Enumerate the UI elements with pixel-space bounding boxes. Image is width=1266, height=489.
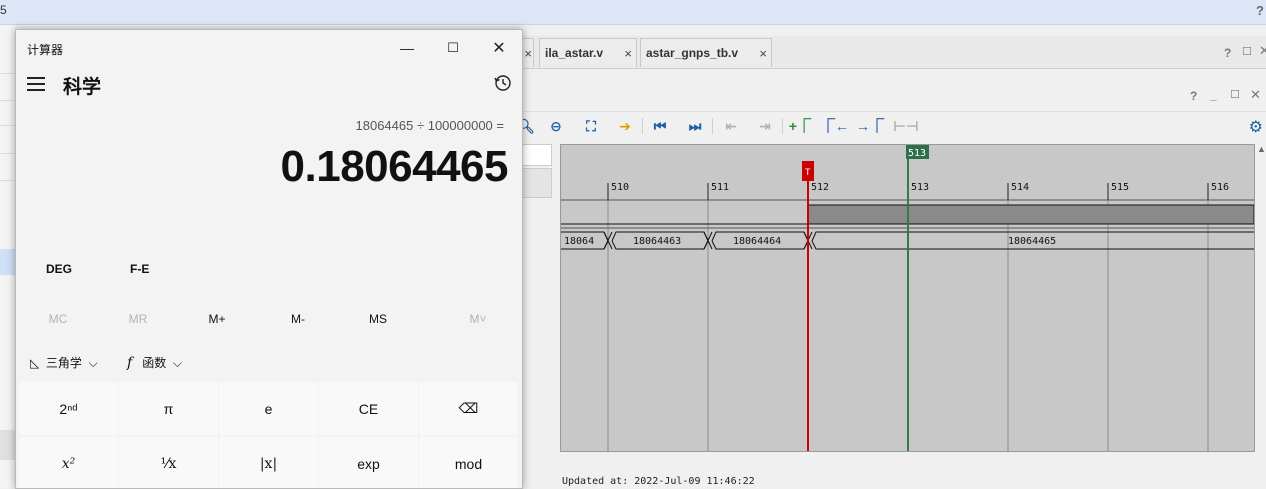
trigger-marker-label[interactable]: T xyxy=(805,168,811,178)
waveform-canvas[interactable]: 510 511 512 513 514 515 516 18064 180644… xyxy=(560,144,1255,452)
time-marker: 511 xyxy=(711,182,729,193)
time-marker: 515 xyxy=(1111,182,1129,193)
go-to-end-icon[interactable]: ⏭ xyxy=(685,117,705,135)
mode-title: 科学 xyxy=(63,77,102,98)
square-key[interactable]: x² xyxy=(19,437,118,488)
signal-name-field[interactable] xyxy=(522,144,552,166)
minimize-button[interactable]: — xyxy=(392,38,422,58)
function-label: 函数 xyxy=(142,356,167,370)
vertical-scrollbar[interactable]: ▲ xyxy=(1255,144,1266,452)
time-marker: 516 xyxy=(1211,182,1229,193)
close-icon[interactable]: ✕ xyxy=(1250,87,1261,103)
add-marker-icon[interactable]: +⎾ xyxy=(789,117,811,135)
go-to-start-icon[interactable]: ⏮ xyxy=(650,117,670,135)
gear-icon[interactable]: ⚙ xyxy=(1249,117,1263,137)
memory-list-button[interactable]: M˅ xyxy=(448,312,508,326)
go-to-cursor-icon[interactable]: ➔ xyxy=(615,117,635,135)
next-transition-icon[interactable]: ⇥ xyxy=(755,117,775,135)
chevron-down-icon: ⌵ xyxy=(169,356,182,370)
restore-icon[interactable]: ☐ xyxy=(1242,45,1252,58)
tab-label: astar_gnps_tb.v xyxy=(646,46,739,60)
second-function-key[interactable]: 2ⁿᵈ xyxy=(19,382,118,435)
zoom-out-icon[interactable]: ⊖ xyxy=(546,117,566,135)
title-fragment: 5 xyxy=(0,3,7,17)
reciprocal-key[interactable]: ¹⁄x xyxy=(119,437,218,488)
selected-row[interactable] xyxy=(0,249,16,275)
memory-subtract-button[interactable]: M- xyxy=(268,312,328,326)
zoom-fit-icon[interactable]: ⛶ xyxy=(581,117,601,135)
angle-unit-button[interactable]: DEG xyxy=(46,262,72,276)
waveform-panel-header: ? _ ☐ ✕ xyxy=(522,84,1266,112)
next-marker-icon[interactable]: →⎾ xyxy=(856,117,884,135)
time-marker: 514 xyxy=(1011,182,1029,193)
memory-add-button[interactable]: M+ xyxy=(187,312,247,326)
history-icon[interactable] xyxy=(494,74,512,92)
maximize-button[interactable]: ☐ xyxy=(438,38,468,58)
function-dropdown[interactable]: f 函数 ⌵ xyxy=(127,354,182,371)
fe-button[interactable]: F-E xyxy=(130,262,149,276)
function-icon: f xyxy=(127,355,133,371)
bus-value: 18064465 xyxy=(1008,236,1056,247)
file-tab-ila-astar[interactable]: ila_astar.v × xyxy=(539,38,637,67)
swap-cursors-icon[interactable]: ⊢⊣ xyxy=(893,117,919,135)
previous-marker-icon[interactable]: ⎾← xyxy=(821,117,849,135)
time-marker: 512 xyxy=(811,182,829,193)
absolute-value-key[interactable]: |x| xyxy=(219,437,318,488)
exp-key[interactable]: exp xyxy=(319,437,418,488)
backspace-key[interactable]: ⌫ xyxy=(419,382,518,435)
calculator-window: 计算器 — ☐ ✕ 科学 18064465 ÷ 100000000 = 0.18… xyxy=(15,29,523,489)
previous-transition-icon[interactable]: ⇤ xyxy=(721,117,741,135)
euler-key[interactable]: e xyxy=(219,382,318,435)
result-display: 0.18064465 xyxy=(280,142,509,191)
clear-entry-key[interactable]: CE xyxy=(319,382,418,435)
tab-label: ila_astar.v xyxy=(545,46,604,60)
close-icon[interactable]: × xyxy=(759,46,767,61)
updated-timestamp: Updated at: 2022-Jul-09 11:46:22 xyxy=(562,476,755,487)
cursor-label[interactable]: 513 xyxy=(908,148,926,159)
trigonometry-dropdown[interactable]: ◺ 三角学 ⌵ xyxy=(30,354,98,371)
signal-name-row[interactable] xyxy=(522,168,552,198)
left-panel-strip xyxy=(0,25,16,487)
bus-value: 18064463 xyxy=(633,236,681,247)
help-icon[interactable]: ? xyxy=(1256,3,1264,18)
expression-display: 18064465 ÷ 100000000 = xyxy=(355,118,504,133)
memory-recall-button[interactable]: MR xyxy=(108,312,168,326)
bus-value: 18064464 xyxy=(733,236,781,247)
memory-store-button[interactable]: MS xyxy=(348,312,408,326)
file-tab-bar: × ila_astar.v × astar_gnps_tb.v × ? ☐ ✕ xyxy=(520,36,1266,69)
chevron-down-icon: ⌵ xyxy=(85,356,98,370)
file-tab-astar-gnps-tb[interactable]: astar_gnps_tb.v × xyxy=(640,38,772,67)
triangle-icon: ◺ xyxy=(30,356,40,370)
memory-clear-button[interactable]: MC xyxy=(28,312,88,326)
minimize-icon[interactable]: _ xyxy=(1210,88,1217,102)
bus-value: 18064 xyxy=(564,236,594,247)
help-icon[interactable]: ? xyxy=(1190,89,1197,103)
help-icon[interactable]: ? xyxy=(1224,46,1231,60)
time-marker: 513 xyxy=(911,182,929,193)
ide-title-bar: 5 ? xyxy=(0,0,1266,25)
close-icon[interactable]: ✕ xyxy=(1259,43,1266,59)
mod-key[interactable]: mod xyxy=(419,437,518,488)
time-marker: 510 xyxy=(611,182,629,193)
close-icon[interactable]: × xyxy=(524,46,532,61)
close-button[interactable]: ✕ xyxy=(484,38,514,58)
waveform-toolbar: 🔍︎ ⊖ ⛶ ➔ ⏮ ⏭ ⇤ ⇥ +⎾ ⎾← →⎾ ⊢⊣ xyxy=(517,112,1266,140)
pi-key[interactable]: π xyxy=(119,382,218,435)
menu-icon[interactable] xyxy=(27,77,45,91)
trig-label: 三角学 xyxy=(45,356,82,370)
close-icon[interactable]: × xyxy=(624,46,632,61)
restore-icon[interactable]: ☐ xyxy=(1230,88,1240,101)
window-title: 计算器 xyxy=(27,43,64,57)
